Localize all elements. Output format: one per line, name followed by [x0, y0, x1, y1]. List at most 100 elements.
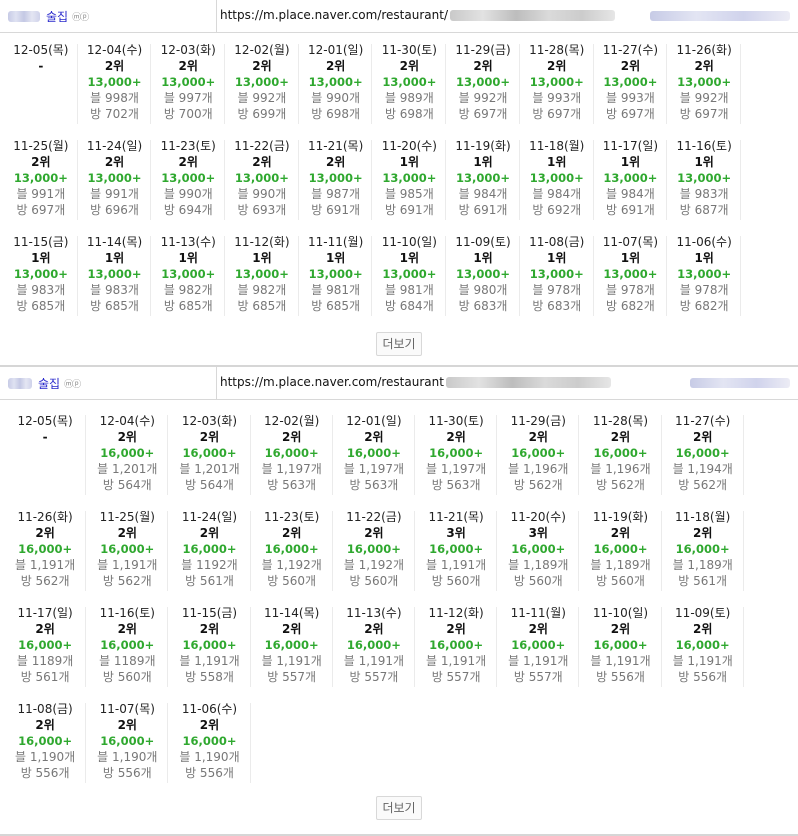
- cell-blog: 블 1,197개: [425, 462, 487, 476]
- cell-rank: 1위: [694, 155, 714, 169]
- cell-date: 11-27(수): [602, 43, 659, 57]
- cell-visit: 방 562개: [678, 478, 728, 492]
- day-cell: 11-23(토) 2위 13,000+ 블 990개 방 694개: [151, 138, 226, 222]
- cell-visit: 방 685개: [311, 299, 361, 313]
- day-cell: 11-30(토) 2위 13,000+ 블 989개 방 698개: [373, 42, 447, 126]
- cell-blog: 블 984개: [606, 187, 655, 201]
- cell-visit: 방 556개: [185, 766, 234, 780]
- cell-date: 12-04(수): [86, 43, 143, 57]
- cell-blog: 블 990개: [311, 91, 361, 105]
- cell-visit: 방 557개: [431, 670, 481, 684]
- place-url-text: https://m.place.naver.com/restaurant: [220, 375, 444, 389]
- place-url[interactable]: https://m.place.naver.com/restaurant/: [220, 8, 615, 22]
- day-cell: 12-01(일) 2위 16,000+ 블 1,197개 방 563개: [333, 413, 415, 497]
- cell-date: 11-10(일): [592, 606, 649, 620]
- cell-rank: 1위: [694, 251, 714, 265]
- cell-rank: 1위: [104, 251, 125, 265]
- place-panel-1: 술집 ⓜⓟ https://m.place.naver.com/restaura…: [0, 0, 798, 365]
- place-name[interactable]: 술집 ⓜⓟ: [8, 8, 89, 25]
- cell-visit: 방 562개: [20, 574, 70, 588]
- cell-blog: 블 1,189개: [590, 558, 651, 572]
- day-cell: 11-09(토) 1위 13,000+ 블 980개 방 683개: [446, 234, 520, 318]
- cell-blog: 블 1189개: [99, 654, 156, 668]
- day-cell: 11-13(수) 2위 16,000+ 블 1,191개 방 557개: [333, 605, 415, 689]
- cell-visit: 방 683개: [532, 299, 582, 313]
- cell-rank: 2위: [547, 59, 567, 73]
- cell-blog: 블 991개: [90, 187, 139, 201]
- cell-price: 13,000+: [161, 171, 216, 185]
- cell-blog: 블 978개: [679, 283, 729, 297]
- cell-blog: 블 1,191개: [425, 558, 487, 572]
- cell-rank: 2위: [178, 155, 198, 169]
- cell-rank: 1위: [473, 251, 493, 265]
- cell-rank: 2위: [692, 526, 713, 540]
- cell-rank: 2위: [692, 430, 713, 444]
- cell-date: 12-04(수): [99, 414, 155, 428]
- cell-date: 11-16(토): [676, 139, 732, 153]
- cell-date: 11-24(일): [181, 510, 238, 524]
- cell-price: 13,000+: [677, 75, 732, 89]
- cell-price: 13,000+: [234, 75, 289, 89]
- cell-visit: 방 683개: [458, 299, 508, 313]
- day-cell: 11-30(토) 2위 16,000+ 블 1,197개 방 563개: [415, 413, 498, 497]
- cell-date: 11-19(화): [455, 139, 511, 153]
- cell-date: 11-17(일): [602, 139, 659, 153]
- cell-rank: 2위: [364, 526, 384, 540]
- cell-visit: 방 560개: [349, 574, 399, 588]
- cell-price: 16,000+: [511, 638, 566, 652]
- cell-divider: [739, 236, 741, 316]
- cell-blog: 블 980개: [458, 283, 508, 297]
- cell-visit: 방 560개: [513, 574, 563, 588]
- cell-price: 13,000+: [87, 75, 142, 89]
- cell-rank: 2위: [281, 430, 302, 444]
- cell-price: 13,000+: [456, 75, 511, 89]
- cell-blog: 블 1,194개: [672, 462, 733, 476]
- cell-rank: 1위: [399, 155, 420, 169]
- cell-date: 12-03(화): [181, 414, 238, 428]
- cell-price: 16,000+: [346, 446, 401, 460]
- cell-price: 16,000+: [593, 542, 648, 556]
- cell-blog: 블 982개: [163, 283, 213, 297]
- cell-price: 16,000+: [346, 542, 401, 556]
- cell-divider: [249, 703, 251, 783]
- day-cell: 11-06(수) 1위 13,000+ 블 978개 방 682개: [667, 234, 741, 318]
- cell-date: 11-22(금): [346, 510, 402, 524]
- cell-visit: 방 557개: [267, 670, 317, 684]
- cell-date: 11-20(수): [510, 510, 566, 524]
- cell-date: 11-13(수): [160, 235, 216, 249]
- cell-price: 16,000+: [593, 446, 648, 460]
- place-url[interactable]: https://m.place.naver.com/restaurant: [220, 375, 611, 389]
- cell-visit: 방 557개: [349, 670, 399, 684]
- cell-price: 16,000+: [18, 542, 73, 556]
- more-button[interactable]: 더보기: [376, 332, 422, 356]
- cell-blog: 블 989개: [384, 91, 434, 105]
- cell-rank: 2위: [117, 430, 137, 444]
- day-cell: 11-16(토) 1위 13,000+ 블 983개 방 687개: [667, 138, 741, 222]
- cell-blog: 블 983개: [16, 283, 66, 297]
- cell-price: 16,000+: [429, 542, 484, 556]
- place-name-text: 술집: [46, 10, 69, 24]
- day-cell: 12-03(화) 2위 16,000+ 블 1,201개 방 564개: [168, 413, 251, 497]
- cell-price: 13,000+: [456, 267, 511, 281]
- cell-blog: 블 1,196개: [590, 462, 651, 476]
- cell-blog: 블 992개: [458, 91, 508, 105]
- cell-blog: 블 991개: [16, 187, 66, 201]
- cell-price: 13,000+: [308, 75, 363, 89]
- place-name-text: 술집: [38, 377, 61, 391]
- day-cell: 11-20(수) 1위 13,000+ 블 985개 방 691개: [373, 138, 447, 222]
- cell-blog: 블 1,191개: [425, 654, 487, 668]
- cell-blog: 블 1192개: [181, 558, 238, 572]
- cell-rank: 2위: [610, 622, 631, 636]
- place-name[interactable]: 술집 ⓜⓟ: [8, 375, 81, 392]
- cell-date: 11-28(목): [529, 43, 585, 57]
- cell-date: 11-18(월): [675, 510, 731, 524]
- cell-price: 16,000+: [264, 542, 319, 556]
- cell-visit: 방 691개: [311, 203, 361, 217]
- redacted-url: [445, 376, 611, 388]
- cell-rank: 1위: [399, 251, 420, 265]
- cell-price: 16,000+: [100, 542, 155, 556]
- day-cell: 11-17(일) 1위 13,000+ 블 984개 방 691개: [594, 138, 668, 222]
- panel-header: 술집 ⓜⓟ https://m.place.naver.com/restaura…: [0, 367, 798, 400]
- cell-visit: 방 697개: [606, 107, 655, 121]
- more-button[interactable]: 더보기: [376, 796, 422, 820]
